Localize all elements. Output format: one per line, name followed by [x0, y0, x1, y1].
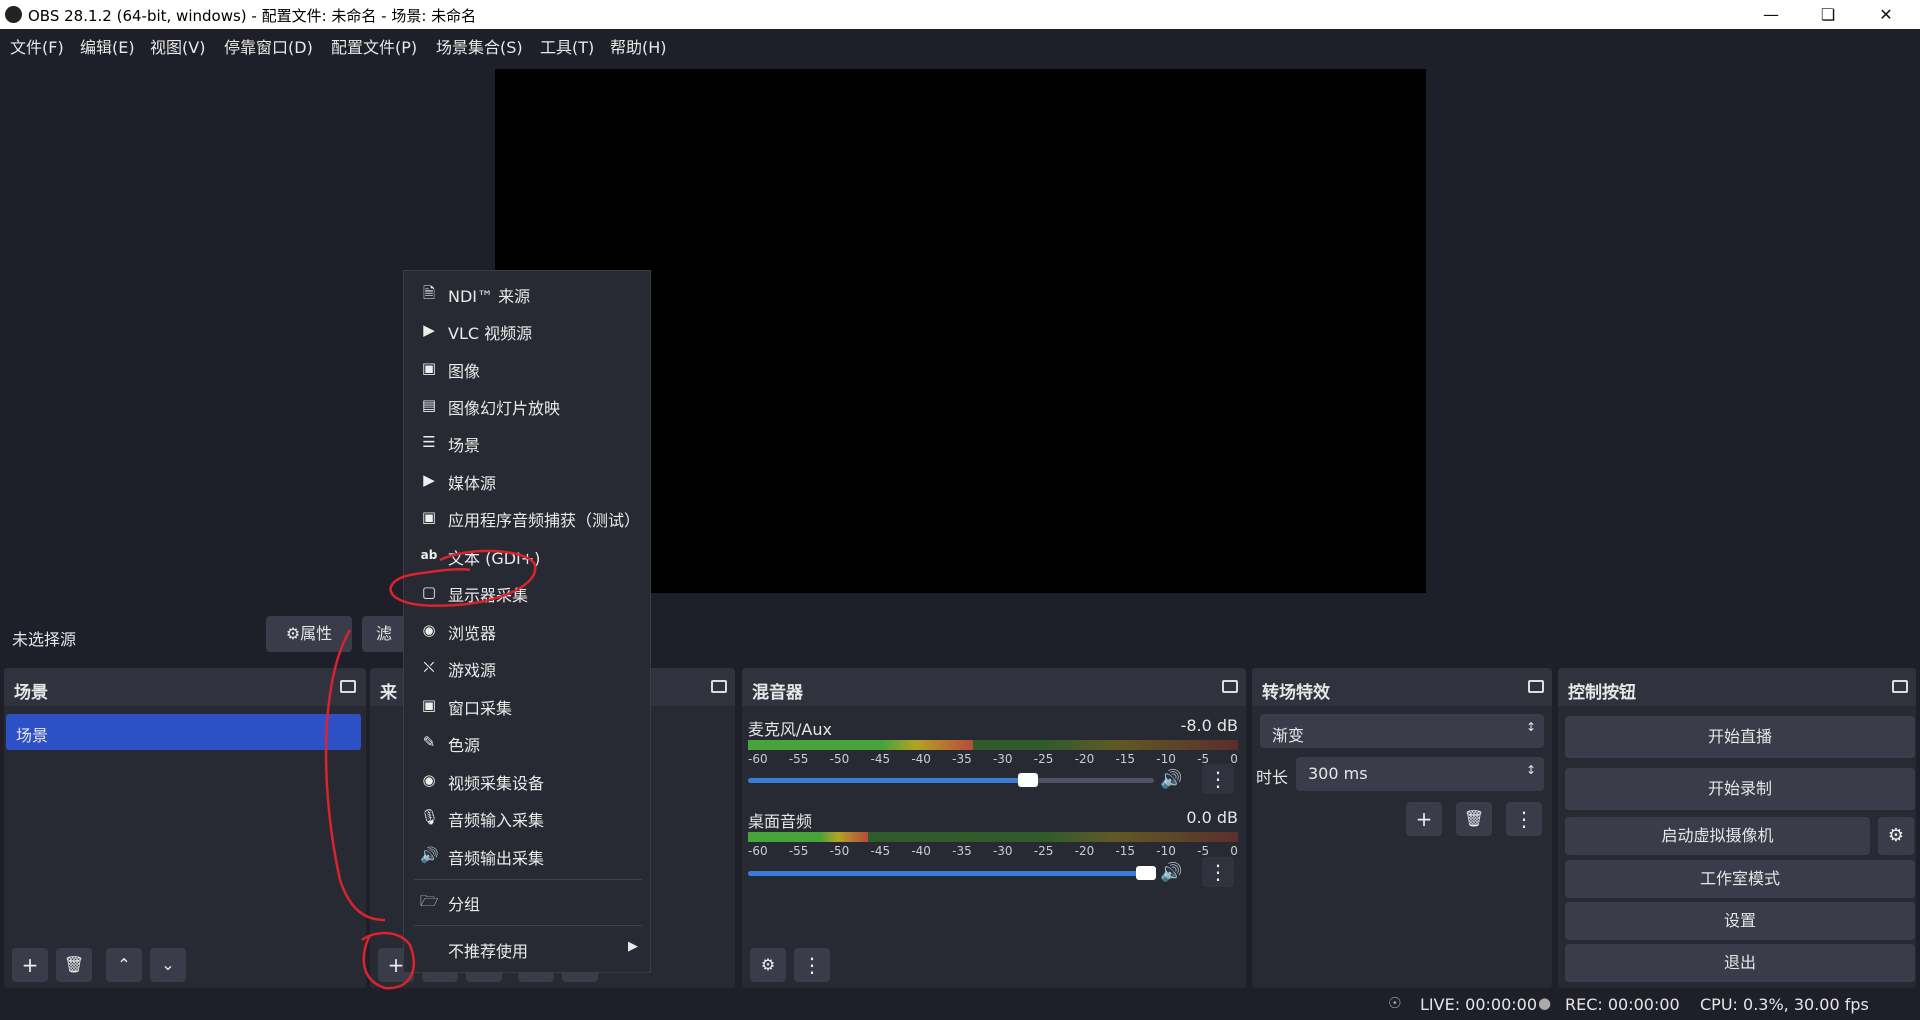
rec-icon: ●: [1538, 994, 1552, 1012]
status-bar: ☉ LIVE: 00:00:00 ● REC: 00:00:00 CPU: 0.…: [0, 990, 1920, 1020]
annotation-circle-add-button: [361, 931, 416, 990]
annotation-overlay: [324, 549, 537, 990]
rec-time: REC: 00:00:00: [1565, 995, 1680, 1014]
cpu-fps: CPU: 0.3%, 30.00 fps: [1700, 995, 1869, 1014]
annotation-arrow-line: [324, 629, 386, 922]
annotation-circle-display-capture: [389, 549, 537, 607]
live-time: LIVE: 00:00:00: [1420, 995, 1538, 1014]
live-signal-icon: ☉: [1388, 994, 1402, 1012]
